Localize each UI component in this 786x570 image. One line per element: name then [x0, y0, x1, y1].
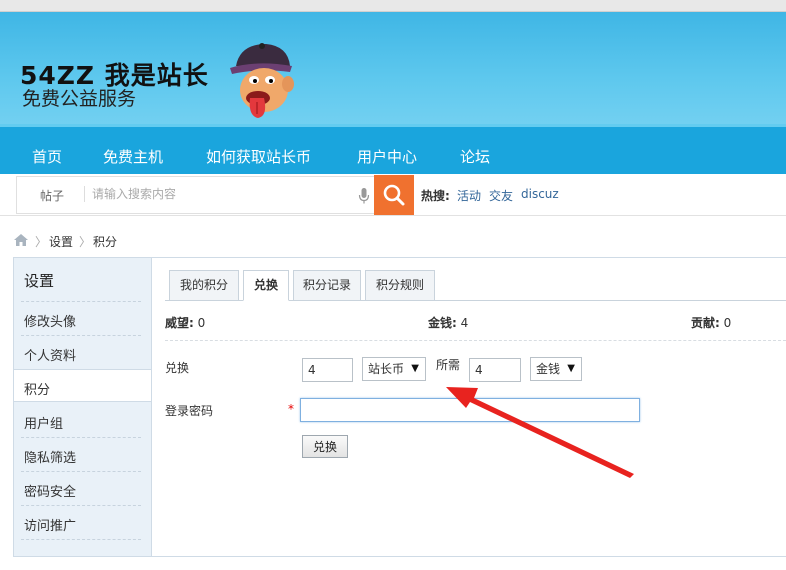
site-logo-subtitle: 免费公益服务	[22, 88, 137, 110]
search-type-select[interactable]: 帖子	[40, 187, 64, 204]
dropdown-arrow-icon: ▼	[411, 363, 419, 374]
tab-credit-log[interactable]: 积分记录	[293, 270, 361, 301]
password-label: 登录密码	[165, 404, 214, 418]
search-divider	[84, 186, 85, 202]
annotation-arrow-icon	[446, 387, 634, 478]
hot-search-label: 热搜:	[421, 189, 450, 203]
stat-prestige: 威望: 0	[165, 316, 206, 330]
sidebar-divider	[21, 539, 141, 540]
exchange-amount-input[interactable]	[302, 358, 353, 382]
sidebar-divider	[21, 335, 141, 336]
sidebar-divider	[21, 437, 141, 438]
sidebar-item-profile[interactable]: 个人资料	[24, 345, 76, 364]
breadcrumb-settings[interactable]: 设置	[49, 233, 73, 250]
nav-item-free-hosting[interactable]: 免费主机	[103, 146, 163, 167]
breadcrumb-separator-icon: 〉	[35, 235, 48, 249]
exchange-label: 兑换	[165, 361, 190, 375]
stat-contribution: 贡献: 0	[691, 316, 732, 330]
sidebar-title: 设置	[24, 272, 55, 290]
sidebar-item-privacy[interactable]: 隐私筛选	[24, 447, 76, 466]
search-input[interactable]	[92, 184, 352, 204]
hot-link-discuz[interactable]: discuz	[521, 187, 559, 201]
sidebar-item-password[interactable]: 密码安全	[24, 481, 76, 500]
sidebar-divider	[21, 471, 141, 472]
required-currency-value: 金钱	[536, 362, 561, 376]
sidebar-divider	[21, 301, 141, 302]
breadcrumb-separator-icon: 〉	[79, 235, 92, 249]
mascot-logo-icon	[230, 43, 294, 118]
required-mark: *	[288, 402, 294, 416]
breadcrumb-credits: 积分	[93, 235, 118, 249]
microphone-icon[interactable]	[358, 187, 370, 205]
exchange-submit-button[interactable]: 兑换	[302, 435, 348, 458]
browser-top-strip	[0, 0, 786, 12]
sidebar-divider	[21, 505, 141, 506]
nav-item-get-coins[interactable]: 如何获取站长币	[206, 146, 311, 167]
tab-credit-rules[interactable]: 积分规则	[365, 270, 435, 301]
stat-money: 金钱: 4	[428, 316, 469, 330]
exchange-currency-select[interactable]: 站长币 ▼	[362, 357, 426, 381]
required-amount-label: 所需	[436, 358, 461, 372]
tab-my-credits[interactable]: 我的积分	[169, 270, 239, 301]
sidebar-item-avatar[interactable]: 修改头像	[24, 311, 76, 330]
sidebar-item-usergroup[interactable]: 用户组	[24, 413, 63, 432]
sidebar-item-referral[interactable]: 访问推广	[24, 515, 76, 534]
settings-sidebar	[13, 257, 151, 557]
tab-exchange[interactable]: 兑换	[243, 270, 289, 301]
exchange-currency-value: 站长币	[368, 362, 405, 376]
hot-link-dating[interactable]: 交友	[489, 187, 513, 204]
search-icon	[383, 184, 405, 206]
home-icon[interactable]	[14, 234, 28, 246]
nav-item-forum[interactable]: 论坛	[460, 146, 490, 167]
hot-link-activity[interactable]: 活动	[457, 187, 481, 204]
page: 54ZZ 我是站长 免费公益服务 首页 免费主机 如何获取站长币 用户中心 论坛…	[0, 0, 786, 570]
nav-item-user-center[interactable]: 用户中心	[357, 146, 417, 167]
sidebar-item-credits[interactable]: 积分	[24, 379, 50, 398]
nav-item-home[interactable]: 首页	[32, 146, 62, 167]
search-button[interactable]	[374, 175, 414, 215]
stats-divider	[165, 340, 786, 341]
